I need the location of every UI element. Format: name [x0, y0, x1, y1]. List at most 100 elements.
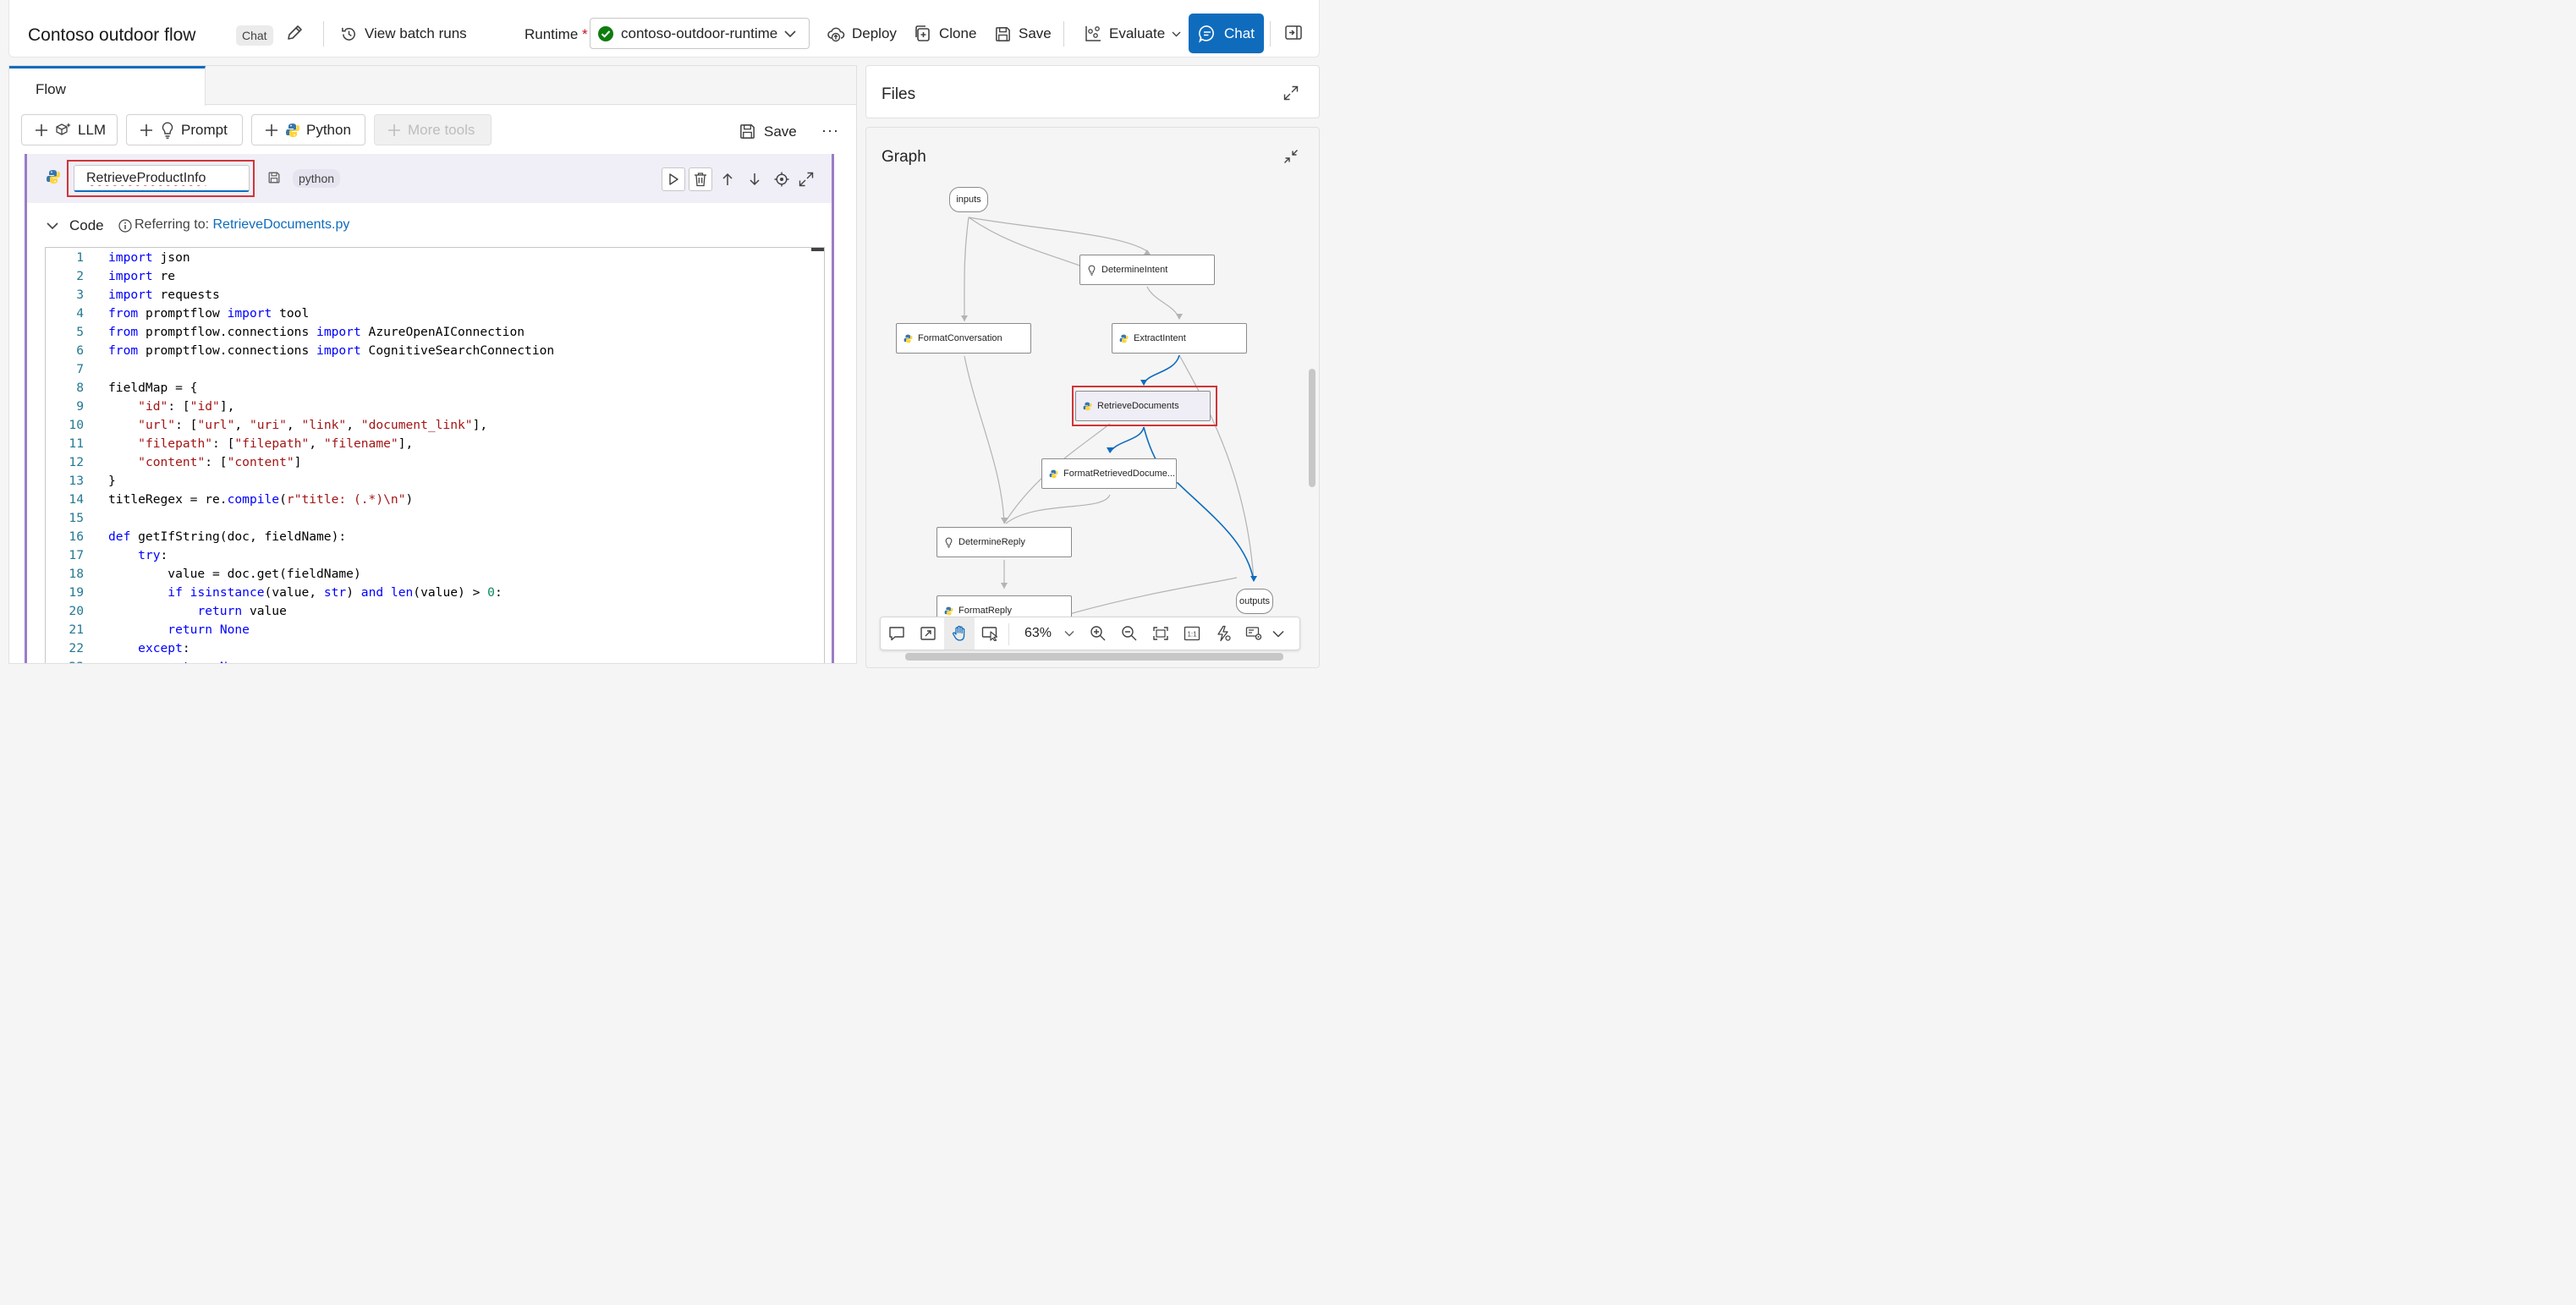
add-llm-button[interactable]: LLM	[21, 114, 118, 145]
evaluate-button[interactable]: Evaluate	[1084, 23, 1181, 45]
expand-icon[interactable]	[794, 167, 818, 191]
more-tools-button[interactable]: More tools	[374, 114, 492, 145]
code-line[interactable]: 3 import requests	[46, 286, 824, 304]
code-line[interactable]: 1 import json	[46, 249, 824, 267]
graph-node-extract-intent[interactable]: ExtractIntent	[1112, 323, 1247, 354]
save-icon[interactable]	[267, 171, 281, 184]
files-panel: Files	[865, 65, 1320, 118]
move-down-icon[interactable]	[743, 167, 766, 191]
code-line[interactable]: 19 if isinstance(value, str) and len(val…	[46, 584, 824, 602]
runtime-dropdown[interactable]: contoso-outdoor-runtime	[590, 18, 810, 49]
graph-node-determine-intent[interactable]: DetermineIntent	[1079, 255, 1215, 285]
more-options-button[interactable]: ···	[821, 122, 839, 140]
edit-title-icon[interactable]	[285, 24, 304, 42]
graph-edge	[968, 217, 1148, 252]
save-flow-button[interactable]: Save	[739, 123, 797, 140]
comment-icon[interactable]	[882, 617, 912, 650]
zoom-out-icon[interactable]	[1114, 617, 1145, 650]
line-number: 1	[76, 250, 84, 265]
fit-to-screen-icon[interactable]	[1145, 617, 1176, 650]
add-llm-label: LLM	[78, 121, 107, 138]
graph-vertical-scrollbar[interactable]	[1309, 369, 1315, 487]
save-button[interactable]: Save	[994, 23, 1052, 45]
more-tools-label: More tools	[408, 121, 475, 138]
graph-node-retrieve-documents[interactable]: RetrieveDocuments	[1075, 391, 1211, 421]
code-line[interactable]: 8 fieldMap = {	[46, 379, 824, 398]
chat-button[interactable]: Chat	[1189, 14, 1264, 53]
code-line[interactable]: 7	[46, 360, 824, 379]
code-line[interactable]: 9 "id": ["id"],	[46, 398, 824, 416]
code-line[interactable]: 16 def getIfString(doc, fieldName):	[46, 528, 824, 546]
delete-icon[interactable]	[689, 167, 712, 191]
code-line[interactable]: 17 try:	[46, 546, 824, 565]
chevron-down-icon	[783, 29, 797, 39]
graph-node-format-conversation[interactable]: FormatConversation	[896, 323, 1031, 354]
panel-collapse-icon[interactable]	[1284, 25, 1303, 41]
add-prompt-button[interactable]: Prompt	[126, 114, 243, 145]
code-label: Code	[69, 217, 104, 233]
node-header: python	[27, 154, 832, 203]
code-line[interactable]: 2 import re	[46, 267, 824, 286]
code-line[interactable]: 22 except:	[46, 639, 824, 658]
zoom-in-icon[interactable]	[1083, 617, 1113, 650]
clone-icon	[914, 25, 932, 43]
code-line[interactable]: 4 from promptflow import tool	[46, 304, 824, 323]
line-number: 22	[69, 641, 84, 655]
select-pointer-icon[interactable]	[975, 617, 1006, 650]
line-number: 19	[69, 585, 84, 600]
graph-node-outputs[interactable]: outputs	[1236, 589, 1273, 614]
add-prompt-label: Prompt	[181, 121, 228, 138]
chevron-down-icon[interactable]	[1054, 617, 1085, 650]
graph-horizontal-scrollbar[interactable]	[905, 653, 1283, 661]
graph-toolbar: 63% 1:1	[880, 617, 1300, 650]
source-file-link[interactable]: RetrieveDocuments.py	[213, 217, 350, 232]
node-name-input[interactable]	[74, 165, 250, 192]
graph-node-inputs[interactable]: inputs	[949, 187, 988, 212]
code-line[interactable]: 6 from promptflow.connections import Cogn…	[46, 342, 824, 360]
expand-icon[interactable]	[1283, 85, 1299, 101]
runtime-value: contoso-outdoor-runtime	[621, 25, 778, 41]
code-line[interactable]: 13}	[46, 472, 824, 491]
graph-node-format-retrieved-documents[interactable]: FormatRetrievedDocume...	[1041, 458, 1177, 489]
save-icon	[739, 123, 756, 140]
pan-hand-icon[interactable]	[944, 617, 975, 650]
tab-flow[interactable]: Flow	[9, 66, 206, 106]
code-line[interactable]: 14 titleRegex = re.compile(r"title: (.*)\…	[46, 491, 824, 509]
graph-edge	[1005, 494, 1111, 524]
graph-node-determine-reply[interactable]: DetermineReply	[936, 527, 1072, 557]
chevron-down-icon[interactable]	[1263, 617, 1293, 650]
save-label: Save	[1019, 25, 1052, 41]
move-up-icon[interactable]	[716, 167, 739, 191]
auto-layout-icon[interactable]	[1208, 617, 1239, 650]
deploy-button[interactable]: Deploy	[827, 23, 897, 45]
actual-size-icon[interactable]: 1:1	[1177, 617, 1207, 650]
code-line[interactable]: 21 return None	[46, 621, 824, 639]
fit-selection-icon[interactable]	[913, 617, 943, 650]
evaluate-label: Evaluate	[1109, 25, 1166, 41]
code-text: from promptflow import tool	[108, 306, 310, 321]
zoom-level[interactable]: 63%	[1024, 626, 1052, 641]
code-line[interactable]: 20 return value	[46, 602, 824, 621]
node-type-chip: python	[293, 169, 341, 188]
python-icon	[1119, 334, 1129, 343]
python-icon	[904, 334, 913, 343]
clone-button[interactable]: Clone	[914, 23, 976, 45]
code-line[interactable]: 18 value = doc.get(fieldName)	[46, 565, 824, 584]
info-icon[interactable]	[118, 219, 132, 233]
chat-label: Chat	[1224, 25, 1255, 41]
code-text: if isinstance(value, str) and len(value)…	[168, 585, 503, 600]
code-line[interactable]: 5 from promptflow.connections import Azur…	[46, 323, 824, 342]
tab-strip: Flow	[9, 66, 856, 106]
code-line[interactable]: 11 "filepath": ["filepath", "filename"],	[46, 435, 824, 453]
add-python-button[interactable]: Python	[251, 114, 365, 145]
chevron-down-icon	[1172, 30, 1181, 37]
code-line[interactable]: 12 "content": ["content"]	[46, 453, 824, 472]
code-editor[interactable]: 1 import json 2 import re 3 import requests 4 f…	[45, 247, 825, 663]
code-line[interactable]: 10 "url": ["url", "uri", "link", "docume…	[46, 416, 824, 435]
code-line[interactable]: 23 return None	[46, 658, 824, 663]
run-icon[interactable]	[662, 167, 685, 191]
locate-node-icon[interactable]	[770, 167, 794, 191]
code-line[interactable]: 15	[46, 509, 824, 528]
line-number: 3	[76, 288, 84, 302]
view-batch-runs-button[interactable]: View batch runs	[340, 23, 467, 45]
